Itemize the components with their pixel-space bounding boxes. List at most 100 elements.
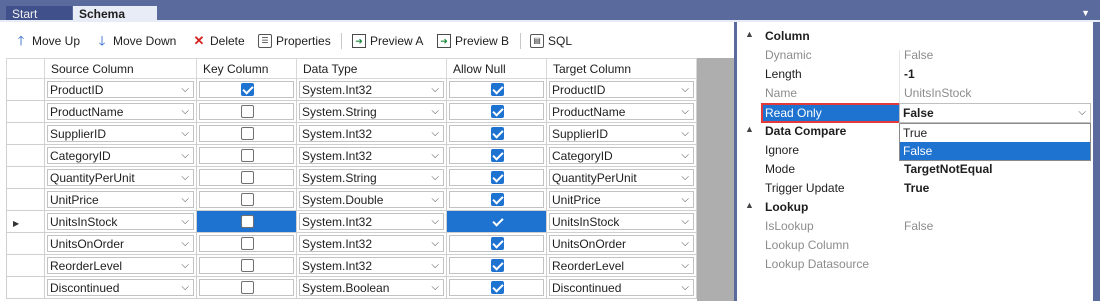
chevron-down-icon[interactable]: ⌵ xyxy=(681,106,689,117)
chevron-down-icon[interactable]: ⌵ xyxy=(431,84,439,95)
allow-null-checkbox[interactable] xyxy=(491,149,504,162)
data-type-cell[interactable]: System.Int32 ⌵ xyxy=(296,144,447,167)
key-checkbox[interactable] xyxy=(241,127,254,140)
table-row[interactable]: ProductID ⌵ System.Int32 ⌵ ProductID ⌵ xyxy=(6,78,697,101)
allow-null-cell[interactable] xyxy=(446,276,547,299)
selected-property-name[interactable]: Read Only xyxy=(761,103,901,123)
chevron-down-icon[interactable]: ⌵ xyxy=(181,128,189,139)
column-header-type[interactable]: Data Type xyxy=(296,58,447,79)
preview-b-button[interactable]: ➜ Preview B xyxy=(437,32,509,50)
data-type-cell[interactable]: System.String ⌵ xyxy=(296,166,447,189)
source-column-cell[interactable]: ProductName ⌵ xyxy=(44,100,197,123)
column-header-target[interactable]: Target Column xyxy=(546,58,697,79)
source-column-cell[interactable]: UnitsOnOrder ⌵ xyxy=(44,232,197,255)
chevron-down-icon[interactable]: ⌵ xyxy=(181,260,189,271)
allow-null-cell[interactable] xyxy=(446,188,547,211)
source-column-cell[interactable]: ProductID ⌵ xyxy=(44,78,197,101)
allow-null-cell[interactable] xyxy=(446,166,547,189)
key-column-cell[interactable] xyxy=(196,276,297,299)
table-row[interactable]: ▶ UnitsInStock ⌵ System.Int32 ⌵ UnitsInStock ⌵ xyxy=(6,210,697,233)
key-checkbox[interactable] xyxy=(241,237,254,250)
data-type-cell[interactable]: System.Boolean ⌵ xyxy=(296,276,447,299)
source-column-cell[interactable]: SupplierID ⌵ xyxy=(44,122,197,145)
row-header[interactable] xyxy=(6,232,45,255)
move-up-button[interactable]: 🡑 Move Up xyxy=(14,32,80,50)
row-header[interactable] xyxy=(6,100,45,123)
key-checkbox[interactable] xyxy=(241,215,254,228)
table-row[interactable]: ProductName ⌵ System.String ⌵ ProductName ⌵ xyxy=(6,100,697,123)
table-row[interactable]: QuantityPerUnit ⌵ System.String ⌵ QuantityPe… xyxy=(6,166,697,189)
target-column-cell[interactable]: Discontinued ⌵ xyxy=(546,276,697,299)
source-column-cell[interactable]: QuantityPerUnit ⌵ xyxy=(44,166,197,189)
source-column-cell[interactable]: UnitPrice ⌵ xyxy=(44,188,197,211)
property-length[interactable]: Length -1 xyxy=(737,65,1093,84)
chevron-down-icon[interactable]: ⌵ xyxy=(681,128,689,139)
row-header[interactable]: ▶ xyxy=(6,210,45,233)
chevron-down-icon[interactable]: ⌵ xyxy=(681,172,689,183)
preview-a-button[interactable]: ➜ Preview A xyxy=(352,32,423,50)
row-header[interactable] xyxy=(6,166,45,189)
row-header[interactable] xyxy=(6,276,45,299)
allow-null-cell[interactable] xyxy=(446,100,547,123)
target-column-cell[interactable]: UnitPrice ⌵ xyxy=(546,188,697,211)
property-lookup-datasource[interactable]: Lookup Datasource xyxy=(737,255,1093,274)
collapse-icon[interactable]: ▲ xyxy=(745,29,754,39)
source-column-cell[interactable]: UnitsInStock ⌵ xyxy=(44,210,197,233)
allow-null-cell[interactable] xyxy=(446,232,547,255)
dropdown-option-false[interactable]: False xyxy=(900,142,1090,160)
chevron-down-icon[interactable]: ⌵ xyxy=(431,194,439,205)
source-column-cell[interactable]: CategoryID ⌵ xyxy=(44,144,197,167)
target-column-cell[interactable]: UnitsOnOrder ⌵ xyxy=(546,232,697,255)
tab-list-dropdown-icon[interactable]: ▼ xyxy=(1081,8,1090,18)
collapse-icon[interactable]: ▲ xyxy=(745,124,754,134)
key-column-cell[interactable] xyxy=(196,210,297,233)
move-down-button[interactable]: 🡓 Move Down xyxy=(95,32,177,50)
allow-null-checkbox[interactable] xyxy=(491,237,504,250)
category-column[interactable]: ▲ Column xyxy=(737,27,1093,46)
chevron-down-icon[interactable]: ⌵ xyxy=(431,150,439,161)
allow-null-checkbox[interactable] xyxy=(491,281,504,294)
row-header[interactable] xyxy=(6,122,45,145)
category-lookup[interactable]: ▲ Lookup xyxy=(737,198,1093,217)
properties-button[interactable]: ☰ Properties xyxy=(258,32,331,50)
allow-null-checkbox[interactable] xyxy=(491,127,504,140)
property-lookup-column[interactable]: Lookup Column xyxy=(737,236,1093,255)
table-row[interactable]: UnitsOnOrder ⌵ System.Int32 ⌵ UnitsOnOrder ⌵ xyxy=(6,232,697,255)
key-column-cell[interactable] xyxy=(196,166,297,189)
chevron-down-icon[interactable]: ⌵ xyxy=(681,282,689,293)
table-row[interactable]: CategoryID ⌵ System.Int32 ⌵ CategoryID ⌵ xyxy=(6,144,697,167)
key-column-cell[interactable] xyxy=(196,122,297,145)
chevron-down-icon[interactable]: ⌵ xyxy=(1078,107,1086,118)
chevron-down-icon[interactable]: ⌵ xyxy=(681,150,689,161)
target-column-cell[interactable]: ProductID ⌵ xyxy=(546,78,697,101)
allow-null-cell[interactable] xyxy=(446,210,547,233)
chevron-down-icon[interactable]: ⌵ xyxy=(681,216,689,227)
data-type-cell[interactable]: System.Int32 ⌵ xyxy=(296,122,447,145)
read-only-dropdown[interactable]: False ⌵ xyxy=(899,103,1091,123)
target-column-cell[interactable]: UnitsInStock ⌵ xyxy=(546,210,697,233)
target-column-cell[interactable]: ReorderLevel ⌵ xyxy=(546,254,697,277)
allow-null-cell[interactable] xyxy=(446,122,547,145)
data-type-cell[interactable]: System.Int32 ⌵ xyxy=(296,232,447,255)
table-row[interactable]: ReorderLevel ⌵ System.Int32 ⌵ ReorderLevel ⌵ xyxy=(6,254,697,277)
data-type-cell[interactable]: System.Int32 ⌵ xyxy=(296,78,447,101)
chevron-down-icon[interactable]: ⌵ xyxy=(681,194,689,205)
chevron-down-icon[interactable]: ⌵ xyxy=(681,84,689,95)
property-name-row[interactable]: Name UnitsInStock xyxy=(737,84,1093,103)
chevron-down-icon[interactable]: ⌵ xyxy=(181,238,189,249)
chevron-down-icon[interactable]: ⌵ xyxy=(681,238,689,249)
key-column-cell[interactable] xyxy=(196,232,297,255)
column-header-allow-null[interactable]: Allow Null xyxy=(446,58,547,79)
delete-button[interactable]: ✕ Delete xyxy=(192,32,245,50)
chevron-down-icon[interactable]: ⌵ xyxy=(431,216,439,227)
chevron-down-icon[interactable]: ⌵ xyxy=(681,260,689,271)
allow-null-cell[interactable] xyxy=(446,144,547,167)
chevron-down-icon[interactable]: ⌵ xyxy=(431,172,439,183)
key-checkbox[interactable] xyxy=(241,281,254,294)
allow-null-checkbox[interactable] xyxy=(491,259,504,272)
chevron-down-icon[interactable]: ⌵ xyxy=(431,106,439,117)
allow-null-checkbox[interactable] xyxy=(491,105,504,118)
property-trigger-update[interactable]: Trigger Update True xyxy=(737,179,1093,198)
source-column-cell[interactable]: ReorderLevel ⌵ xyxy=(44,254,197,277)
column-header-key[interactable]: Key Column xyxy=(196,58,297,79)
